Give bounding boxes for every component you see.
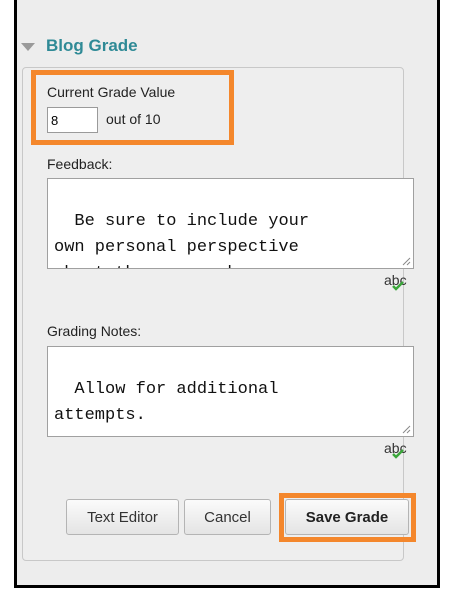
- collapse-triangle-icon[interactable]: [21, 43, 35, 51]
- blog-grade-header[interactable]: Blog Grade: [21, 33, 138, 59]
- section-title: Blog Grade: [46, 36, 138, 55]
- feedback-text: Be sure to include your own personal per…: [54, 212, 310, 268]
- feedback-textarea[interactable]: Be sure to include your own personal per…: [47, 178, 414, 269]
- cancel-button[interactable]: Cancel: [184, 499, 271, 535]
- resize-grip-icon[interactable]: [402, 257, 411, 266]
- spellcheck-icon: [392, 449, 404, 459]
- grade-value-highlight: [31, 70, 234, 145]
- grading-notes-text: Allow for additional attempts.: [54, 380, 279, 425]
- text-editor-button[interactable]: Text Editor: [66, 499, 179, 535]
- spellcheck-icon: [392, 281, 404, 291]
- feedback-label: Feedback:: [47, 156, 113, 172]
- grading-notes-label: Grading Notes:: [47, 323, 142, 339]
- resize-grip-icon[interactable]: [402, 425, 411, 434]
- feedback-spellcheck[interactable]: abc: [384, 272, 410, 294]
- grading-notes-spellcheck[interactable]: abc: [384, 440, 410, 462]
- grading-notes-textarea[interactable]: Allow for additional attempts.: [47, 346, 414, 437]
- save-grade-highlight: [279, 493, 416, 542]
